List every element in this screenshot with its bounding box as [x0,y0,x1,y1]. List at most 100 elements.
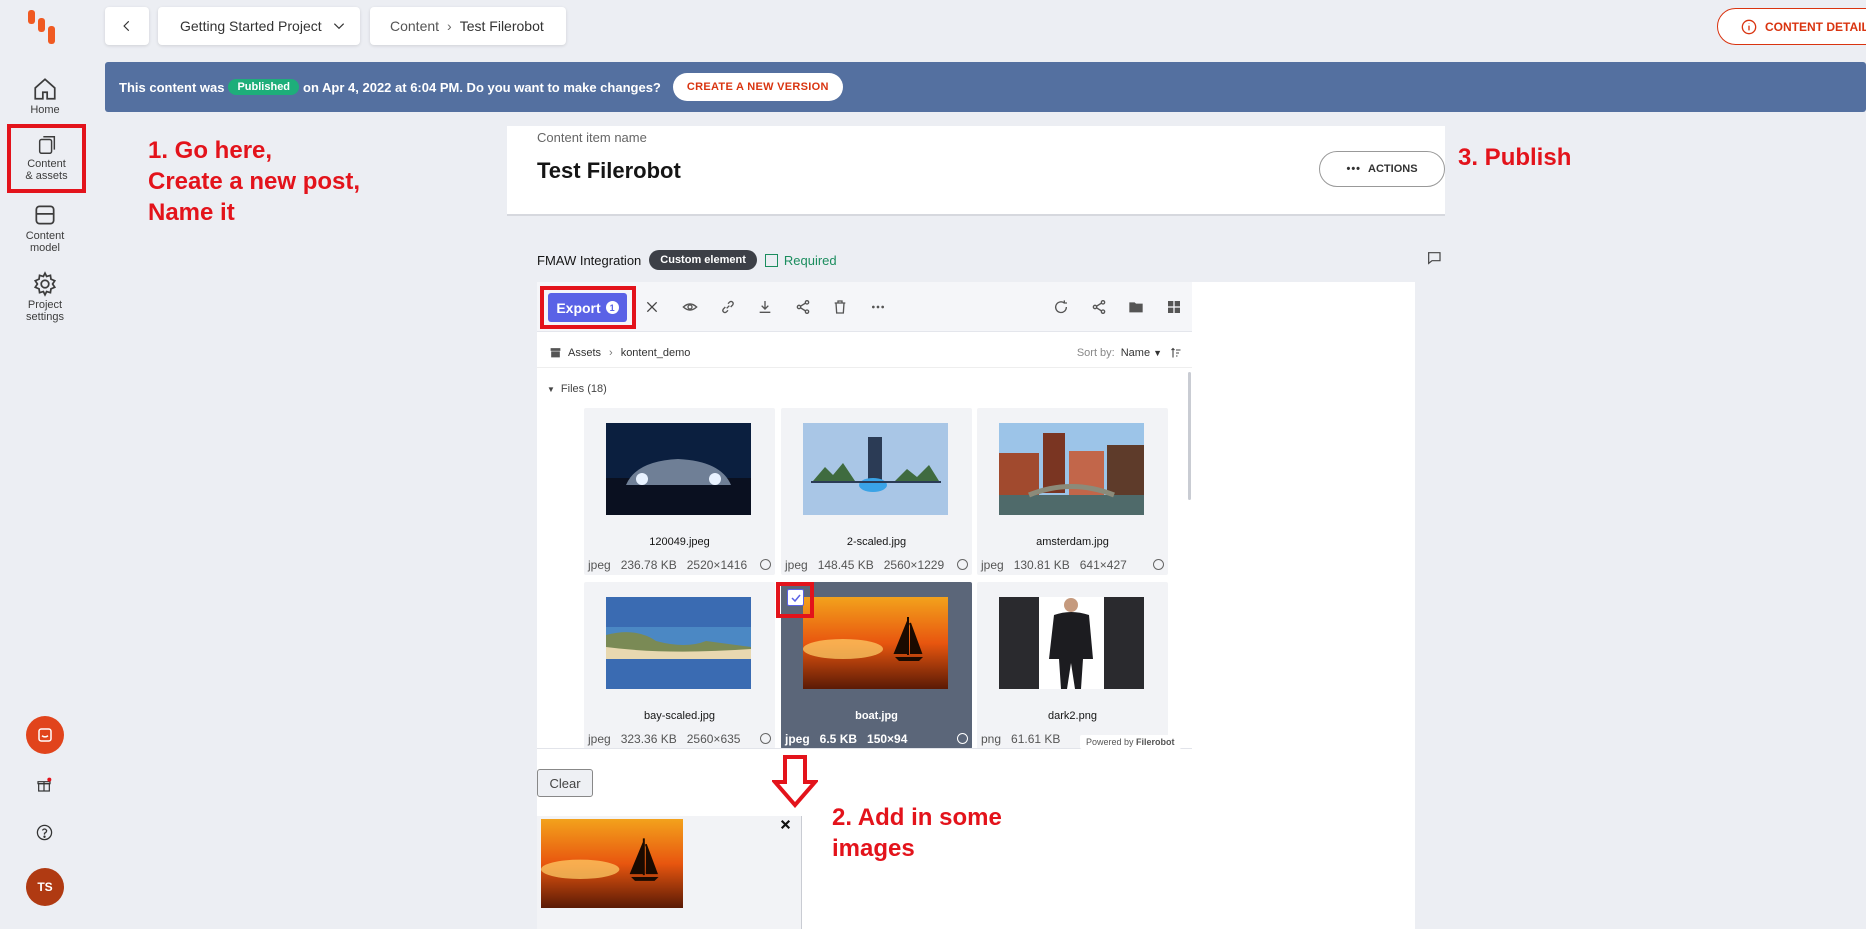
divider [507,214,1445,216]
breadcrumb-root[interactable]: Content [390,18,439,34]
comment-icon[interactable] [1426,250,1442,266]
share-folder-icon[interactable] [1091,299,1107,315]
custom-element-chip: Custom element [649,250,757,270]
gift-icon[interactable] [36,777,52,793]
sort-dropdown-icon[interactable]: ▼ [1153,348,1162,358]
project-switcher[interactable]: Getting Started Project [158,7,360,45]
annotation-step-3: 3. Publish [1458,144,1572,171]
banner-text-before: This content was [119,79,225,95]
globe-icon [1153,559,1164,570]
content-model-icon [35,205,55,225]
sort-by-label: Sort by: [1076,346,1115,359]
file-card[interactable]: 120049.jpeg jpeg 236.78 KB 2520×1416 [584,408,775,575]
powered-by-badge[interactable]: Powered by Filerobot [1080,735,1181,749]
chevron-down-icon [333,23,344,30]
file-meta: jpeg 323.36 KB 2560×635 [588,732,771,746]
link-icon[interactable] [720,299,736,315]
chevron-left-icon [123,20,130,32]
selected-boat-image [541,819,683,908]
preview-icon[interactable] [682,299,698,315]
sidebar-item-label: Content [27,158,66,170]
file-name: 2-scaled.jpg [846,536,907,548]
file-type: jpeg [981,558,1004,572]
file-card[interactable]: 2-scaled.jpg jpeg 148.45 KB 2560×1229 [781,408,972,575]
collapse-arrow-icon: ▼ [547,384,555,394]
breadcrumb-separator-icon: › [447,18,452,34]
file-meta: jpeg 6.5 KB 150×94 [785,732,968,746]
bay-image [606,597,751,689]
trash-icon[interactable] [832,299,848,315]
sort-select[interactable]: Name [1121,347,1150,359]
help-icon[interactable] [36,824,53,841]
content-assets-icon [38,136,55,154]
car-image [606,423,751,515]
export-count-badge: 1 [605,301,619,314]
back-button[interactable] [105,7,149,45]
globe-icon [760,559,771,570]
annotation-step-1-line-1: 1. Go here, [148,137,273,164]
more-dots-icon: ••• [1346,163,1362,175]
file-name: dark2.png [1048,710,1097,722]
path-separator-icon: › [609,346,613,359]
sidebar-item-label-2: model [30,242,60,254]
sidebar-item-content-assets[interactable]: Content & assets [7,124,86,193]
grid-view-icon[interactable] [1166,299,1182,315]
published-banner: This content was Published on Apr 4, 202… [105,62,1866,112]
more-icon[interactable] [870,299,886,315]
breadcrumb-current: Test Filerobot [459,18,544,34]
remove-image-icon[interactable] [779,818,792,831]
sidebar-item-content-model[interactable]: Content model [8,202,82,254]
file-meta: jpeg 130.81 KB 641×427 [981,558,1164,572]
annotation-step-1: 1. Go here, Create a new post, Name it [148,135,360,228]
download-icon[interactable] [757,299,773,315]
sidebar-item-label-2: & assets [25,170,68,182]
sort-direction-icon[interactable] [1170,347,1182,359]
create-new-version-button[interactable]: CREATE A NEW VERSION [672,73,843,101]
file-size: 130.81 KB [1013,558,1070,572]
filerobot-path-bar: Assets › kontent_demo Sort by: Name ▼ [537,338,1192,368]
actions-label: ACTIONS [1368,163,1418,175]
file-name: amsterdam.jpg [1036,536,1109,548]
status-badge: Published [228,79,300,95]
select-checkbox[interactable] [787,589,804,606]
sidebar-item-label: Project [27,299,63,311]
suit-image [999,597,1144,689]
sidebar-item-project-settings[interactable]: Project settings [8,271,82,323]
content-item-name-value[interactable]: Test Filerobot [537,158,681,184]
info-icon [1741,19,1757,34]
folder-icon[interactable] [1128,299,1144,315]
sidebar-item-home[interactable]: Home [8,76,82,116]
export-button[interactable]: Export 1 [548,293,627,322]
project-name: Getting Started Project [180,18,322,34]
file-size: 236.78 KB [620,558,677,572]
scrollbar[interactable] [1188,372,1191,500]
actions-button[interactable]: ••• ACTIONS [1319,151,1445,187]
sidebar-item-label-2: settings [26,311,64,323]
kontent-logo[interactable] [26,8,66,48]
close-icon[interactable] [644,299,660,315]
clear-button[interactable]: Clear [537,769,593,797]
file-dims: 2560×635 [686,732,741,746]
avatar[interactable]: TS [26,868,64,906]
file-card[interactable]: amsterdam.jpg jpeg 130.81 KB 641×427 [977,408,1168,575]
files-section-header[interactable]: ▼ Files (18) [547,383,607,395]
file-size: 61.61 KB [1011,732,1061,746]
content-details-label: CONTENT DETAILS [1765,19,1866,34]
file-card[interactable]: bay-scaled.jpg jpeg 323.36 KB 2560×635 [584,582,775,749]
file-card[interactable]: dark2.png png 61.61 KB [977,582,1168,749]
globe-icon [957,559,968,570]
files-count-label: Files (18) [560,383,607,395]
file-dims: 2560×1229 [883,558,945,572]
path-root[interactable]: Assets [568,347,601,359]
refresh-icon[interactable] [1053,299,1069,315]
globe-icon [957,733,968,744]
file-meta: jpeg 148.45 KB 2560×1229 [785,558,968,572]
content-details-button[interactable]: CONTENT DETAILS [1717,8,1866,45]
chat-button[interactable] [26,716,64,754]
file-size: 6.5 KB [819,732,858,746]
annotation-step-1-line-3: Name it [148,199,235,226]
path-folder[interactable]: kontent_demo [621,347,691,359]
diagram-image [803,423,948,515]
share-icon[interactable] [795,299,811,315]
file-type: jpeg [588,732,611,746]
